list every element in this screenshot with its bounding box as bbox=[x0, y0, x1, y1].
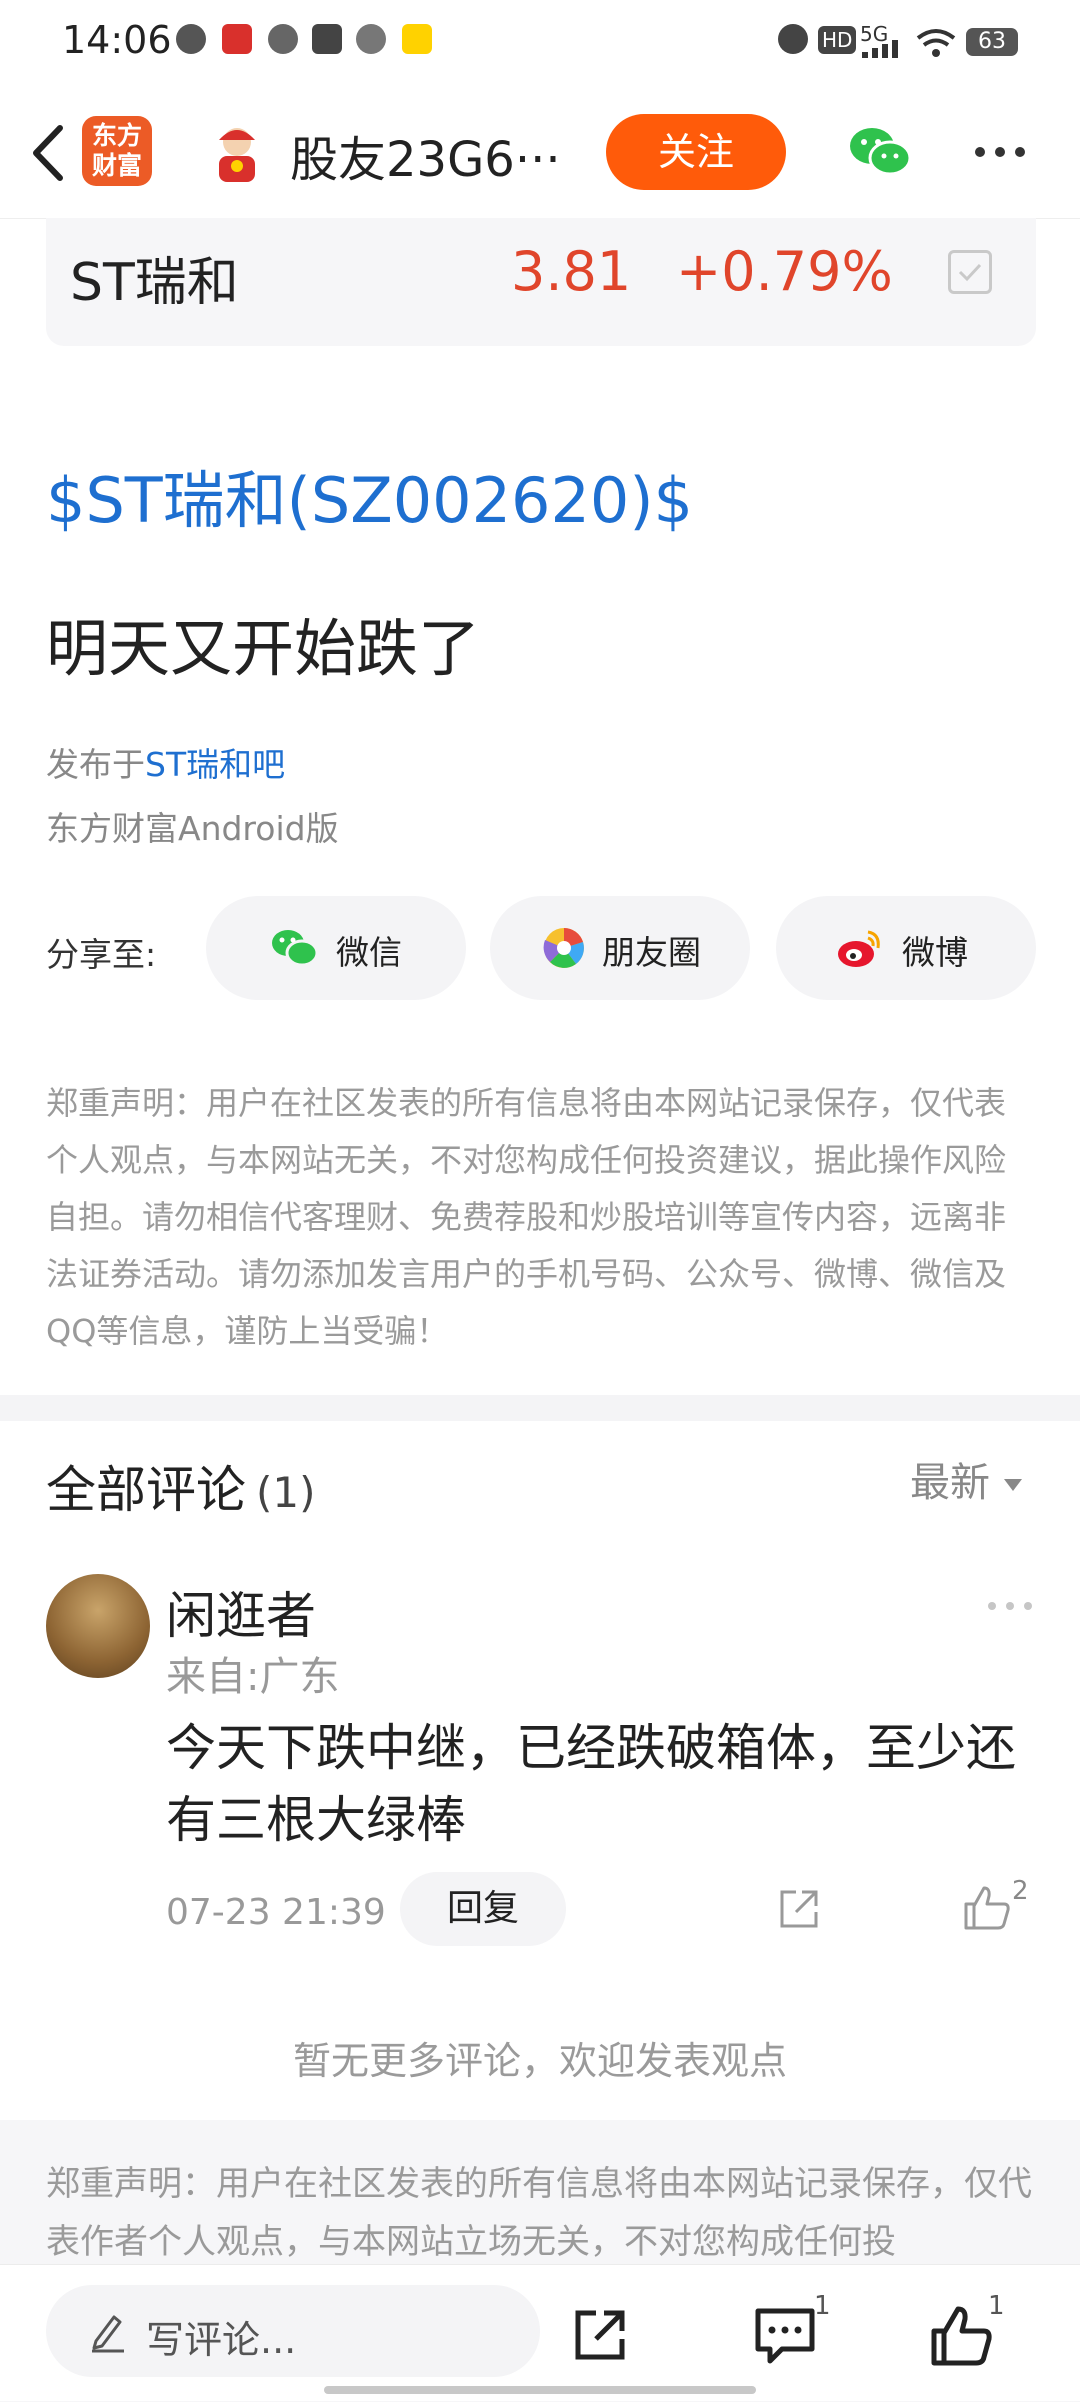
post-source: 发布于ST瑞和吧 bbox=[46, 738, 285, 786]
share-moments-label: 朋友圈 bbox=[602, 933, 701, 972]
comments-title-text: 全部评论 bbox=[46, 1461, 246, 1519]
wifi-icon bbox=[916, 29, 956, 57]
back-button[interactable] bbox=[20, 118, 80, 188]
comment-time: 07-23 21:39 bbox=[166, 1892, 386, 1933]
follow-button[interactable]: 关注 bbox=[606, 114, 786, 190]
comment-sort-select[interactable]: 最新 bbox=[910, 1450, 1022, 1508]
stock-app-notification-icon bbox=[222, 24, 252, 54]
share-wechat-label: 微信 bbox=[336, 933, 402, 972]
section-divider bbox=[0, 1395, 1080, 1421]
check-icon bbox=[958, 263, 982, 282]
comment-location: 来自:广东 bbox=[166, 1654, 340, 1700]
comment-icon[interactable] bbox=[752, 2305, 818, 2365]
user-name[interactable]: 股友23G6··· bbox=[290, 120, 561, 190]
like-icon[interactable] bbox=[930, 2303, 994, 2367]
comment-sort-label: 最新 bbox=[910, 1460, 990, 1506]
stock-price: 3.81 bbox=[511, 240, 632, 303]
battery-icon: 63 bbox=[966, 28, 1018, 56]
share-weibo-label: 微博 bbox=[902, 933, 968, 972]
comment-input[interactable]: 写评论... bbox=[46, 2285, 540, 2377]
stock-change: +0.79% bbox=[676, 240, 893, 303]
share-moments-button[interactable]: 朋友圈 bbox=[490, 896, 750, 1000]
comment-like-count: 2 bbox=[1012, 1876, 1029, 1906]
caret-down-icon bbox=[1004, 1479, 1022, 1491]
user-avatar[interactable] bbox=[205, 120, 269, 184]
stock-watchlist-checkbox[interactable] bbox=[948, 250, 992, 294]
wechat-icon bbox=[272, 930, 318, 967]
app-logo: 东方 财富 bbox=[82, 116, 152, 186]
wechat-notification-icon bbox=[176, 24, 206, 54]
app-notification-icon bbox=[356, 24, 386, 54]
more-options-icon[interactable] bbox=[970, 132, 1030, 172]
no-more-comments: 暂无更多评论，欢迎发表观点 bbox=[292, 2039, 787, 2083]
post-title: 明天又开始跌了 bbox=[46, 612, 481, 685]
stock-name: ST瑞和 bbox=[70, 253, 239, 313]
hd-icon: HD bbox=[818, 26, 857, 54]
moments-icon bbox=[543, 928, 584, 968]
bottom-like-count: 1 bbox=[988, 2291, 1005, 2321]
comment-input-placeholder: 写评论... bbox=[146, 2318, 297, 2362]
app-logo-line1: 东方 bbox=[91, 121, 142, 150]
post-stock-tag[interactable]: $ST瑞和(SZ002620)$ bbox=[46, 450, 693, 540]
app-logo-line2: 财富 bbox=[91, 151, 142, 180]
weibo-icon bbox=[838, 930, 880, 967]
reply-button[interactable]: 回复 bbox=[400, 1872, 566, 1946]
feather-notification-icon bbox=[268, 24, 298, 54]
home-indicator[interactable] bbox=[324, 2386, 756, 2394]
share-icon[interactable] bbox=[570, 2305, 630, 2365]
header: 东方 财富 股友23G6··· 关注 bbox=[0, 90, 1080, 219]
comment-like-icon[interactable] bbox=[962, 1882, 1012, 1932]
video-notification-icon bbox=[312, 24, 342, 54]
share-label: 分享至: bbox=[46, 935, 157, 974]
comments-title: 全部评论 (1) bbox=[46, 1450, 316, 1522]
comment-body: 今天下跌中继，已经跌破箱体，至少还有三根大绿棒 bbox=[166, 1719, 1016, 1849]
comment-more-icon[interactable] bbox=[986, 1596, 1034, 1616]
comment-author-avatar[interactable] bbox=[46, 1574, 150, 1678]
status-bar: 14:06 HD 5G 63 bbox=[0, 0, 1080, 86]
signal-icon bbox=[862, 40, 898, 58]
share-weibo-button[interactable]: 微博 bbox=[776, 896, 1036, 1000]
comment-author-name[interactable]: 闲逛者 bbox=[166, 1576, 316, 1648]
bottom-action-bar: 写评论... 1 1 bbox=[0, 2264, 1080, 2401]
meituan-notification-icon bbox=[402, 24, 432, 54]
post-source-prefix: 发布于 bbox=[46, 745, 145, 784]
share-wechat-button[interactable]: 微信 bbox=[206, 896, 466, 1000]
comments-count: (1) bbox=[256, 1468, 316, 1517]
status-time: 14:06 bbox=[62, 18, 172, 62]
post-client: 东方财富Android版 bbox=[46, 809, 339, 848]
alarm-icon bbox=[778, 24, 808, 54]
comment-share-icon[interactable] bbox=[776, 1886, 822, 1932]
disclaimer-top: 郑重声明：用户在社区发表的所有信息将由本网站记录保存，仅代表个人观点，与本网站无… bbox=[46, 1084, 1007, 1350]
wechat-share-icon[interactable] bbox=[848, 124, 912, 180]
bottom-comment-count: 1 bbox=[814, 2291, 831, 2321]
stock-card[interactable]: ST瑞和 3.81 +0.79% bbox=[46, 218, 1036, 346]
post-source-link[interactable]: ST瑞和吧 bbox=[145, 745, 285, 784]
disclaimer-bottom: 郑重声明：用户在社区发表的所有信息将由本网站记录保存，仅代表作者个人观点，与本网… bbox=[46, 2164, 1032, 2262]
pencil-icon bbox=[92, 2315, 124, 2353]
